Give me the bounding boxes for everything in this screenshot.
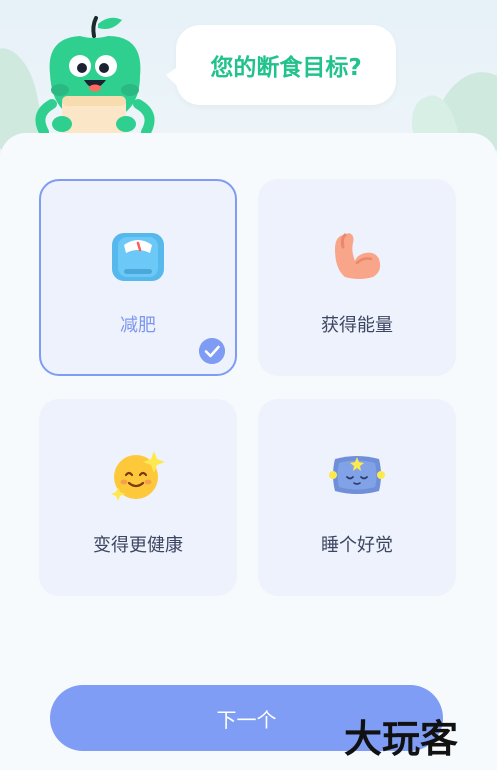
- flexed-arm-icon: [335, 233, 381, 279]
- scale-icon: [112, 233, 164, 281]
- question-bubble: 您的断食目标?: [166, 25, 396, 105]
- check-icon: [199, 338, 225, 364]
- goal-option-sleep-well[interactable]: 睡个好觉: [258, 399, 456, 596]
- goal-options-panel: 减肥 获得能量 变得更健康 睡个好觉: [0, 133, 497, 770]
- goal-label: 睡个好觉: [321, 535, 393, 556]
- goal-option-gain-energy[interactable]: 获得能量: [258, 179, 456, 376]
- smiling-sun-icon: [111, 451, 165, 501]
- goal-option-get-healthier[interactable]: 变得更健康: [39, 399, 237, 596]
- watermark-logo: 大玩客: [344, 716, 459, 761]
- goal-label: 减肥: [120, 315, 156, 336]
- pillow-icon: [329, 456, 385, 494]
- question-text: 您的断食目标?: [210, 55, 362, 81]
- goal-label: 获得能量: [321, 315, 393, 336]
- goal-label: 变得更健康: [93, 535, 183, 556]
- apple-mascot-icon: [35, 16, 155, 150]
- goal-option-lose-weight[interactable]: 减肥: [39, 179, 237, 376]
